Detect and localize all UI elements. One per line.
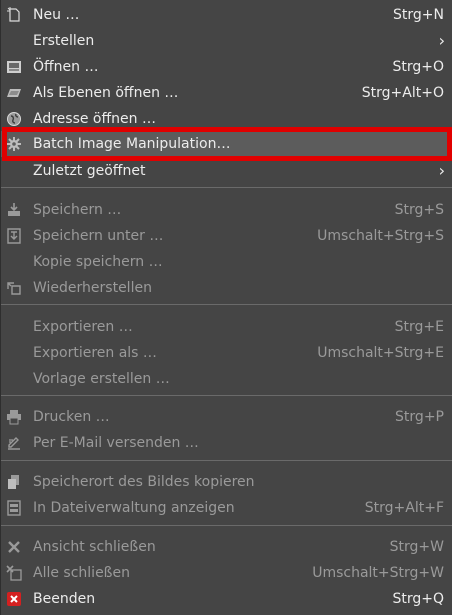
menu-item-shortcut: Strg+W	[389, 539, 444, 555]
menu-separator	[1, 460, 452, 461]
menu-item-label: Erstellen	[33, 33, 95, 49]
annotation-highlight-box	[2, 127, 452, 161]
menu-item-revert[interactable]: Wiederherstellen	[1, 275, 452, 301]
menu-item-shortcut: Strg+O	[392, 59, 444, 75]
menu-item-label: Öffnen …	[33, 59, 99, 75]
menu-item-label: Speicherort des Bildes kopieren	[33, 474, 255, 490]
menu-item-shortcut: Strg+Q	[392, 591, 444, 607]
menu-item-label: Alle schließen	[33, 565, 130, 581]
menu-separator	[1, 304, 452, 305]
save-as-icon	[6, 228, 22, 244]
menu-item-label: Kopie speichern …	[33, 254, 163, 270]
menu-item-label: Exportieren als …	[33, 345, 157, 361]
menu-item-copy-image-location[interactable]: Speicherort des Bildes kopieren	[1, 469, 452, 495]
email-icon	[6, 435, 22, 451]
menu-item-label: Speichern …	[33, 202, 122, 218]
copy-location-icon	[6, 474, 22, 490]
menu-item-save[interactable]: Speichern … Strg+S	[1, 197, 452, 223]
menu-item-label: Neu …	[33, 7, 80, 23]
menu-item-label: Als Ebenen öffnen …	[33, 85, 179, 101]
new-file-icon	[6, 7, 22, 23]
menu-item-shortcut: Umschalt+Strg+W	[312, 565, 444, 581]
menu-item-label: Zuletzt geöffnet	[33, 163, 146, 179]
menu-item-open[interactable]: Öffnen … Strg+O	[1, 54, 452, 80]
menu-item-label: Per E-Mail versenden …	[33, 435, 199, 451]
menu-item-save-copy[interactable]: Kopie speichern …	[1, 249, 452, 275]
globe-icon	[6, 111, 22, 127]
menu-item-shortcut: Strg+P	[395, 409, 444, 425]
menu-item-quit[interactable]: Beenden Strg+Q	[1, 586, 452, 612]
quit-icon	[6, 591, 22, 607]
menu-item-label: Beenden	[33, 591, 96, 607]
menu-item-export[interactable]: Exportieren … Strg+E	[1, 314, 452, 340]
menu-item-close-all[interactable]: Alle schließen Umschalt+Strg+W	[1, 560, 452, 586]
menu-item-show-in-file-manager[interactable]: In Dateiverwaltung anzeigen Strg+Alt+F	[1, 495, 452, 521]
file-menu: Neu … Strg+N Erstellen › Öffnen … Strg+O…	[0, 0, 452, 615]
menu-item-open-as-layers[interactable]: Als Ebenen öffnen … Strg+Alt+O	[1, 80, 452, 106]
menu-item-shortcut: Strg+E	[394, 319, 444, 335]
menu-item-new[interactable]: Neu … Strg+N	[1, 2, 452, 28]
chevron-right-icon: ›	[438, 31, 445, 50]
menu-item-shortcut: Umschalt+Strg+S	[317, 228, 444, 244]
menu-item-print[interactable]: Drucken … Strg+P	[1, 404, 452, 430]
menu-item-shortcut: Umschalt+Strg+E	[317, 345, 444, 361]
menu-item-shortcut: Strg+S	[394, 202, 444, 218]
chevron-right-icon: ›	[438, 161, 445, 180]
menu-item-close-view[interactable]: Ansicht schließen Strg+W	[1, 534, 452, 560]
file-manager-icon	[6, 500, 22, 516]
menu-item-export-as[interactable]: Exportieren als … Umschalt+Strg+E	[1, 340, 452, 366]
save-icon	[6, 202, 22, 218]
menu-item-shortcut: Strg+Alt+F	[364, 500, 444, 516]
menu-item-label: Speichern unter …	[33, 228, 164, 244]
menu-item-create[interactable]: Erstellen ›	[1, 28, 452, 54]
revert-icon	[6, 280, 22, 296]
print-icon	[6, 409, 22, 425]
open-icon	[6, 59, 22, 75]
close-icon	[6, 539, 22, 555]
menu-item-shortcut: Strg+N	[393, 7, 444, 23]
menu-separator	[1, 525, 452, 526]
menu-item-label: Ansicht schließen	[33, 539, 156, 555]
menu-item-shortcut: Strg+Alt+O	[361, 85, 444, 101]
menu-item-label: Vorlage erstellen …	[33, 371, 170, 387]
menu-item-label: Drucken …	[33, 409, 110, 425]
menu-item-label: In Dateiverwaltung anzeigen	[33, 500, 235, 516]
menu-item-label: Wiederherstellen	[33, 280, 152, 296]
layers-icon	[6, 85, 22, 101]
menu-item-create-template[interactable]: Vorlage erstellen …	[1, 366, 452, 392]
menu-item-save-as[interactable]: Speichern unter … Umschalt+Strg+S	[1, 223, 452, 249]
close-all-icon	[6, 565, 22, 581]
menu-separator	[1, 187, 452, 188]
menu-item-send-email[interactable]: Per E-Mail versenden …	[1, 430, 452, 456]
menu-item-open-recent[interactable]: Zuletzt geöffnet ›	[1, 158, 452, 184]
menu-item-label: Exportieren …	[33, 319, 133, 335]
menu-separator	[1, 395, 452, 396]
